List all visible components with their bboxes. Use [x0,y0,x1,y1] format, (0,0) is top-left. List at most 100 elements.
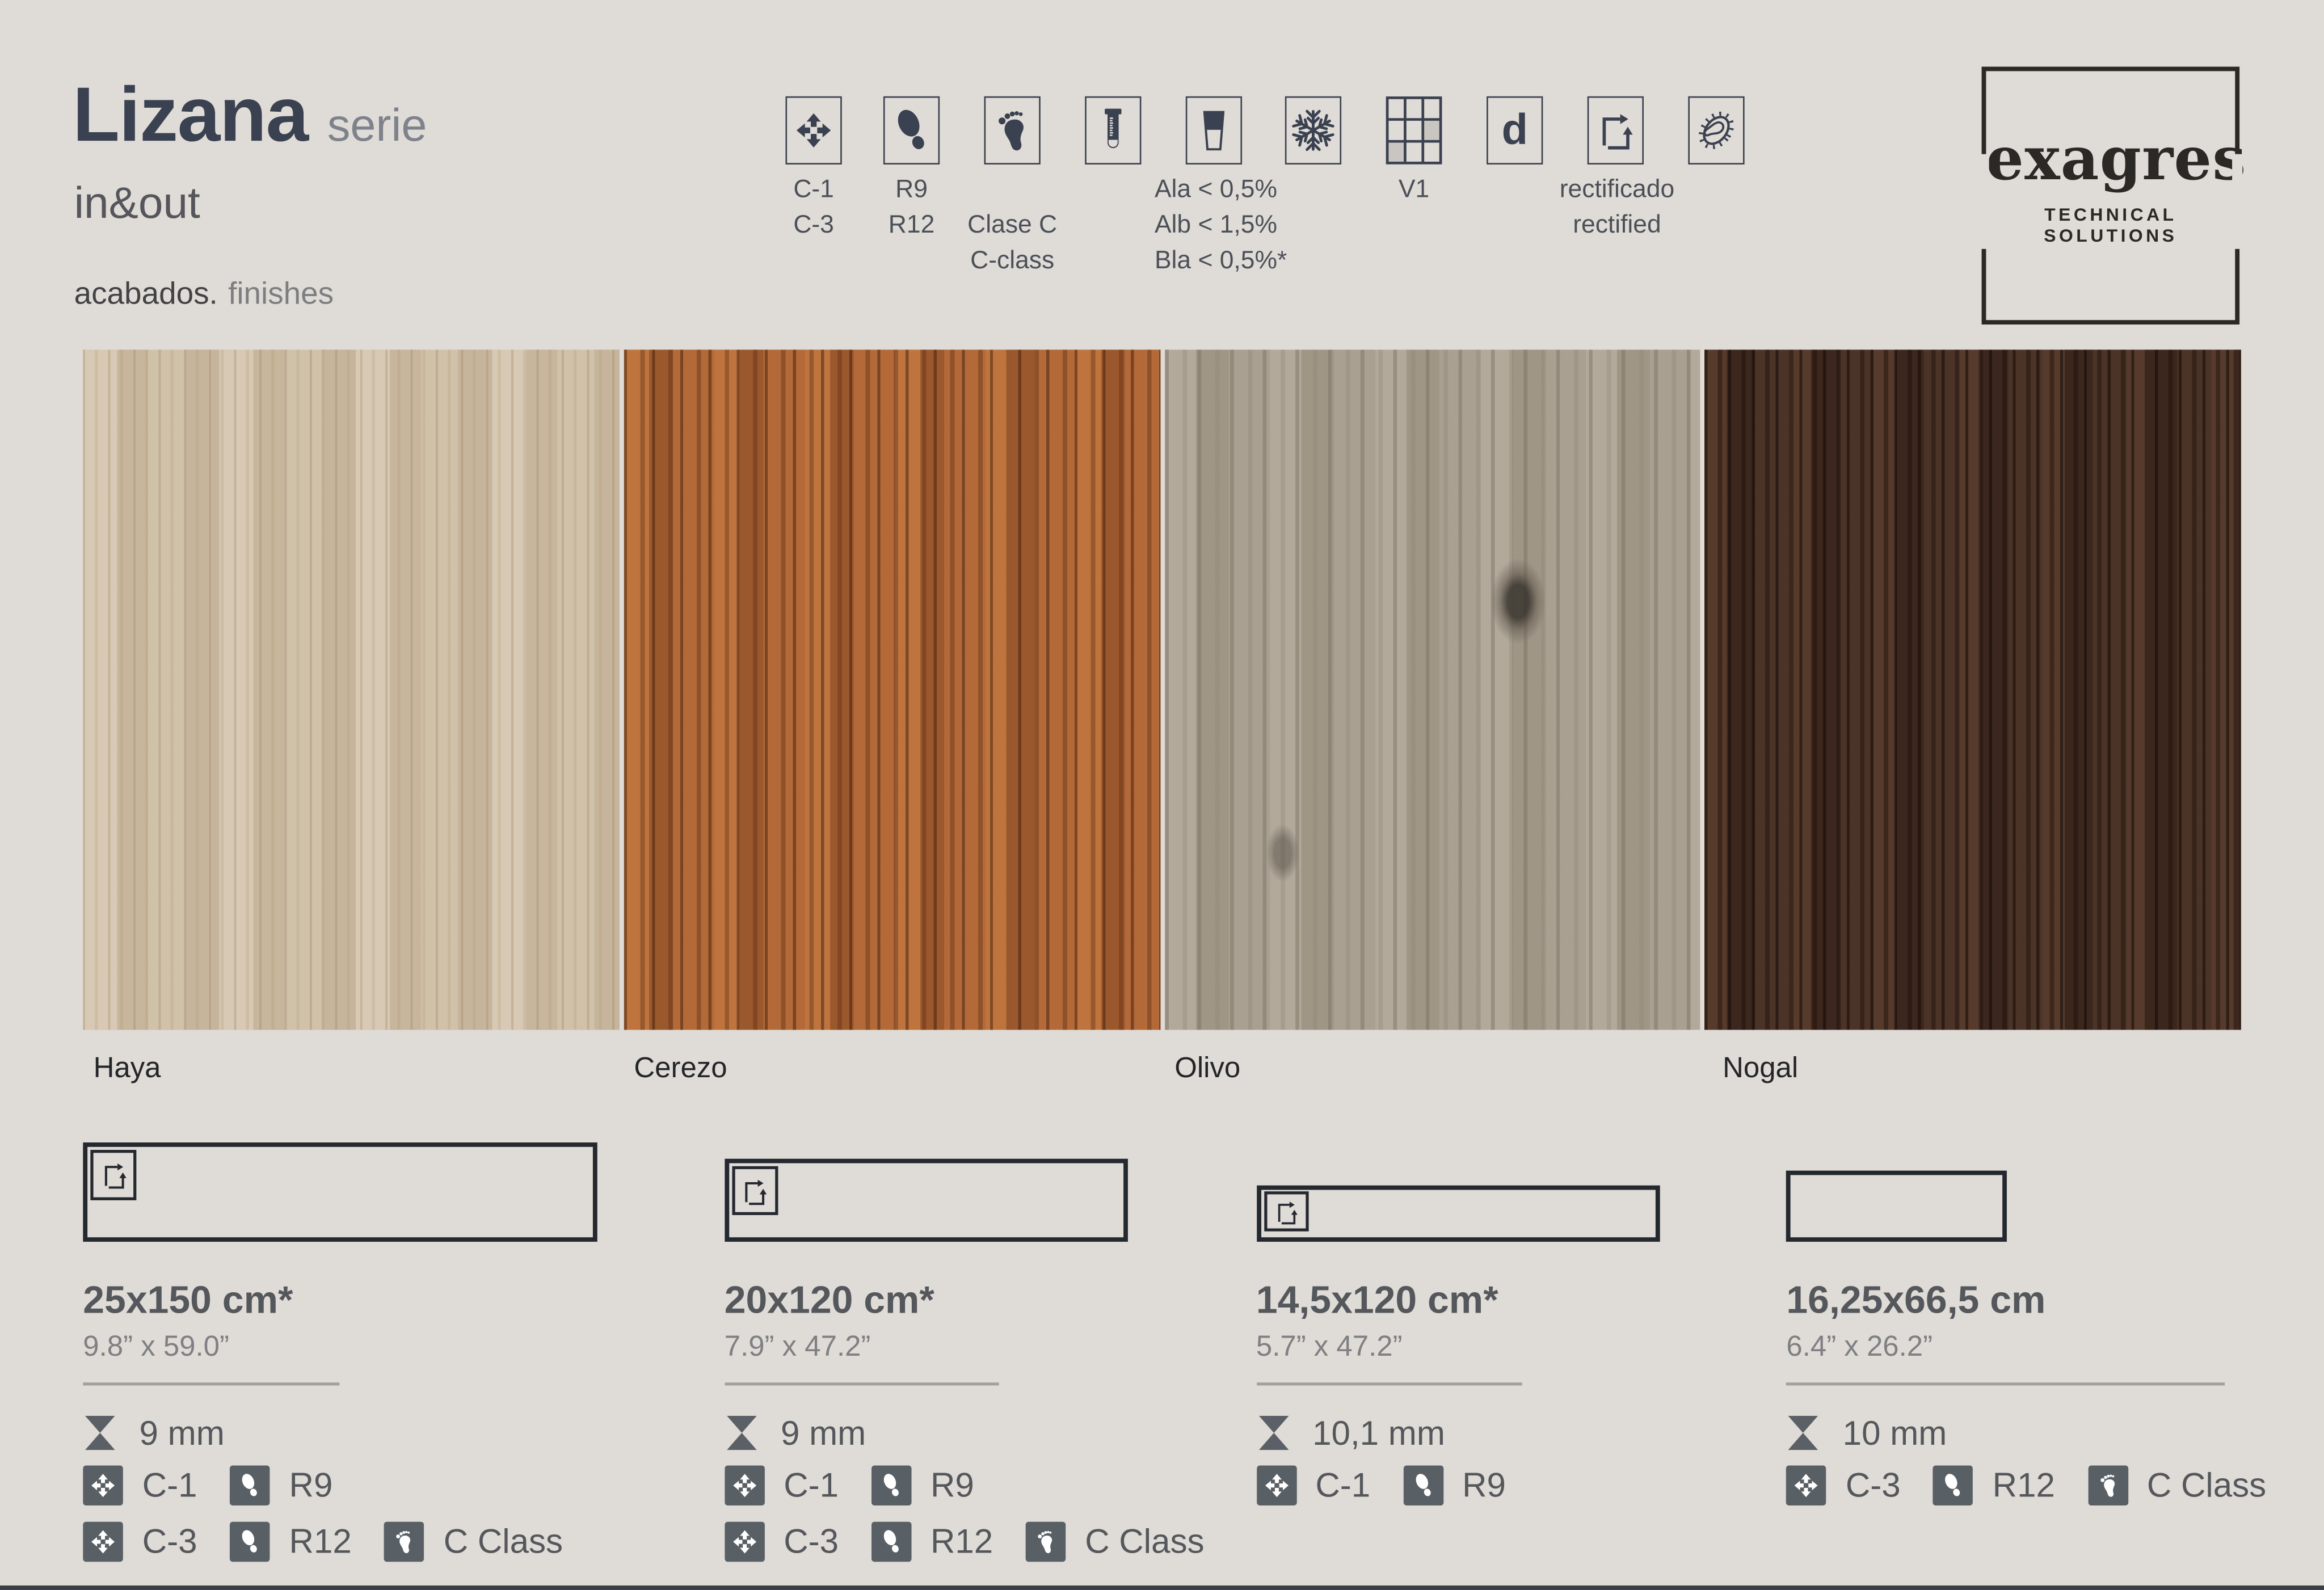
size-inches: 5.7” x 47.2” [1256,1334,1403,1363]
swatch-nogal [1705,349,2241,1030]
thickness-row: 10,1 mm [1256,1414,1445,1452]
spec-value: C-3 [1846,1469,1901,1503]
spec-value: R9 [931,1469,974,1503]
spec-value: C-1 [784,1469,839,1503]
size-cm: 14,5x120 cm* [1256,1280,1498,1319]
size-cm: 20x120 cm* [725,1280,934,1319]
series-subtitle: in&out [74,182,200,226]
foot-print-icon [984,96,1041,165]
brand-logo: exagres TECHNICAL SOLUTIONS [1982,67,2240,325]
thickness-icon [1786,1414,1820,1452]
expansion-icon [1786,1466,1826,1506]
thickness-icon [83,1414,117,1452]
product-columns: Haya 25x150 cm* 9.8” x 59.0” 9 mm C-1 R9… [83,1043,2241,1590]
frost-resistance-icon [1285,96,1341,165]
test-tube-icon [1085,96,1141,165]
expansion-icon [1256,1466,1296,1506]
series-suffix: serie [327,99,427,153]
thickness-row: 9 mm [83,1414,224,1452]
finish-name: Cerezo [634,1052,727,1086]
finishes-label-es: acabados. [74,277,218,311]
spec-value: R12 [1993,1469,2055,1503]
thickness-value: 9 mm [140,1416,225,1450]
shoe-print-icon [230,1466,270,1506]
rectified-icon [90,1150,136,1200]
thickness-row: 10 mm [1786,1414,1947,1452]
page-title: Lizana serie [73,77,427,154]
legend-label-rectificado: rectificado [1560,176,1674,201]
legend-label-rectified: rectified [1573,212,1661,237]
legend-label-r12: R12 [889,212,934,237]
spec-row: C-3 R12 C Class [725,1522,1237,1562]
spec-row: C-1 R9 [83,1466,365,1506]
format-diagram [83,1142,597,1242]
product-column-olivo: Olivo 14,5x120 cm* 5.7” x 47.2” 10,1 mm … [1164,1043,1700,1590]
product-column-haya: Haya 25x150 cm* 9.8” x 59.0” 9 mm C-1 R9… [83,1043,619,1590]
legend-label-ala: Ala < 0,5% [1155,176,1277,201]
brand-tagline: TECHNICAL SOLUTIONS [1986,204,2235,246]
spec-value: C Class [2147,1469,2266,1503]
divider [83,1382,339,1385]
format-diagram [1786,1171,2007,1242]
thickness-value: 9 mm [781,1416,866,1450]
foot-print-icon [384,1522,424,1562]
spec-value: R12 [289,1525,352,1559]
legend-label-c-class: C-class [970,247,1054,272]
size-inches: 6.4” x 26.2” [1786,1334,1933,1363]
shoe-print-icon [1403,1466,1443,1506]
water-absorption-icon [1186,96,1242,165]
thickness-value: 10 mm [1843,1416,1947,1450]
antibacterial-icon [1688,96,1744,165]
shoe-print-icon [883,96,940,165]
size-cm: 16,25x66,5 cm [1786,1280,2045,1319]
shoe-print-icon [230,1522,270,1562]
brand-name: exagres [1986,130,2235,189]
spec-row: C-3 R12 C Class [1786,1466,2298,1506]
spec-row: C-3 R12 C Class [83,1522,595,1562]
spec-value: C-1 [142,1469,197,1503]
expansion-icon [83,1522,123,1562]
foot-print-icon [1026,1522,1066,1562]
d-mark-icon: d [1487,96,1543,165]
format-diagram [1256,1186,1660,1242]
spec-value: C-1 [1315,1469,1370,1503]
legend-label-c3: C-3 [793,212,834,237]
finish-name: Nogal [1723,1052,1798,1086]
spec-value: R9 [289,1469,333,1503]
shoe-print-icon [872,1466,912,1506]
divider [1786,1382,2225,1385]
spec-value: C-3 [142,1525,197,1559]
spec-value: R12 [931,1525,993,1559]
finish-name: Olivo [1174,1052,1240,1086]
format-diagram [725,1159,1128,1242]
thickness-icon [725,1414,759,1452]
legend-label-v1: V1 [1399,176,1429,201]
product-column-cerezo: Cerezo 20x120 cm* 7.9” x 47.2” 9 mm C-1 … [624,1043,1160,1590]
foot-print-icon [2087,1466,2128,1506]
rectified-icon [732,1166,778,1215]
shade-variation-grid-icon [1386,96,1442,165]
d-mark-letter: d [1502,109,1528,152]
thickness-value: 10,1 mm [1312,1416,1445,1450]
spec-row: C-1 R9 [1256,1466,1539,1506]
size-cm: 25x150 cm* [83,1280,293,1319]
size-inches: 9.8” x 59.0” [83,1334,229,1363]
swatch-haya [83,349,619,1030]
catalog-page: Lizana serie in&out acabados.finishes d … [0,0,2324,1590]
thickness-icon [1256,1414,1290,1452]
legend-label-r9: R9 [895,176,928,201]
spec-value: R9 [1462,1469,1506,1503]
thickness-row: 9 mm [725,1414,866,1452]
expansion-icon [725,1522,765,1562]
expansion-icon [83,1466,123,1506]
spec-value: C Class [444,1525,563,1559]
shoe-print-icon [872,1522,912,1562]
swatch-olivo [1164,349,1700,1030]
legend-label-clase-c: Clase C [967,212,1057,237]
legend-label-bla: Bla < 0,5%* [1155,247,1287,272]
swatch-cerezo [624,349,1160,1030]
rectified-icon [1588,96,1644,165]
expansion-icon [725,1466,765,1506]
shoe-print-icon [1933,1466,1973,1506]
finishes-label-en: finishes [228,277,334,311]
